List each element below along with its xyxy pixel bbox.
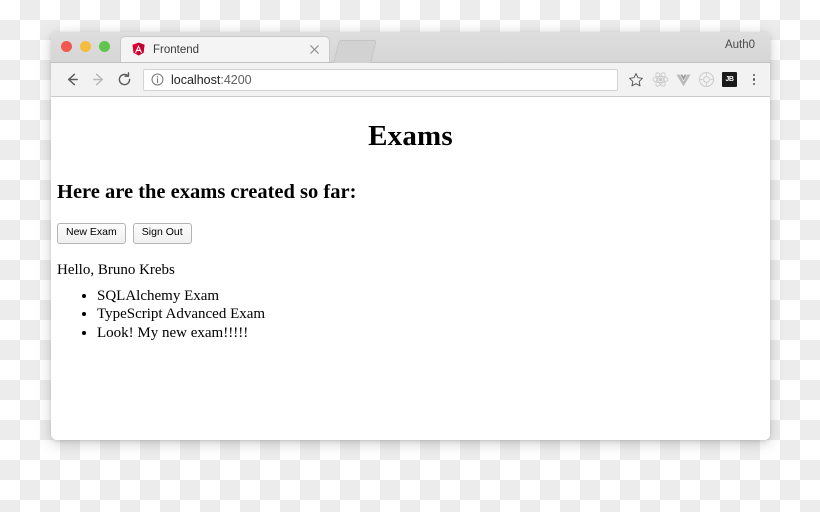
exam-list: SQLAlchemy Exam TypeScript Advanced Exam… (51, 288, 770, 343)
browser-toolbar: localhost:4200 JB (51, 63, 770, 97)
url-text: localhost:4200 (171, 73, 252, 87)
jetbrains-badge: JB (722, 72, 737, 87)
star-icon[interactable] (626, 70, 646, 90)
url-port: :4200 (220, 72, 252, 87)
list-item: Look! My new exam!!!!! (97, 325, 770, 342)
forward-arrow-icon[interactable] (85, 67, 111, 93)
vue-devtools-icon[interactable] (675, 71, 692, 88)
menu-dot (752, 73, 756, 77)
maximize-window-button[interactable] (99, 41, 110, 52)
unknown-extension-icon[interactable] (698, 71, 715, 88)
page-title: Exams (368, 120, 453, 152)
menu-dot (752, 78, 756, 81)
tab-strip: Frontend Auth0 (51, 32, 770, 63)
reload-icon[interactable] (111, 67, 137, 93)
sign-out-button[interactable]: Sign Out (132, 223, 192, 244)
minimize-window-button[interactable] (80, 41, 91, 52)
menu-dot (752, 82, 756, 86)
window-controls (61, 41, 110, 52)
info-circle-icon[interactable] (151, 73, 164, 86)
user-greeting: Hello, Bruno Krebs (57, 261, 175, 278)
url-host: localhost (171, 72, 221, 87)
new-exam-button[interactable]: New Exam (57, 223, 126, 244)
new-tab-button[interactable] (333, 40, 377, 63)
browser-window: Frontend Auth0 localhost:4200 JB Exams H… (51, 32, 770, 440)
address-bar[interactable]: localhost:4200 (143, 68, 618, 91)
extension-icons: JB (646, 71, 762, 89)
react-devtools-icon[interactable] (652, 71, 669, 88)
three-dot-menu-icon[interactable] (746, 71, 762, 89)
back-arrow-icon[interactable] (59, 67, 85, 93)
close-icon[interactable] (308, 43, 321, 56)
action-button-row: New Exam Sign Out (51, 204, 770, 244)
page-subtitle: Here are the exams created so far: (57, 181, 357, 203)
tab-title: Frontend (153, 43, 200, 56)
close-window-button[interactable] (61, 41, 72, 52)
jetbrains-ide-icon[interactable]: JB (721, 71, 738, 88)
page-viewport: Exams Here are the exams created so far:… (51, 97, 770, 440)
jetbrains-label: JB (725, 76, 734, 83)
window-app-title: Auth0 (724, 39, 755, 51)
list-item: TypeScript Advanced Exam (97, 306, 770, 323)
list-item: SQLAlchemy Exam (97, 288, 770, 305)
browser-tab-frontend[interactable]: Frontend (120, 36, 330, 62)
angular-icon (131, 42, 146, 57)
